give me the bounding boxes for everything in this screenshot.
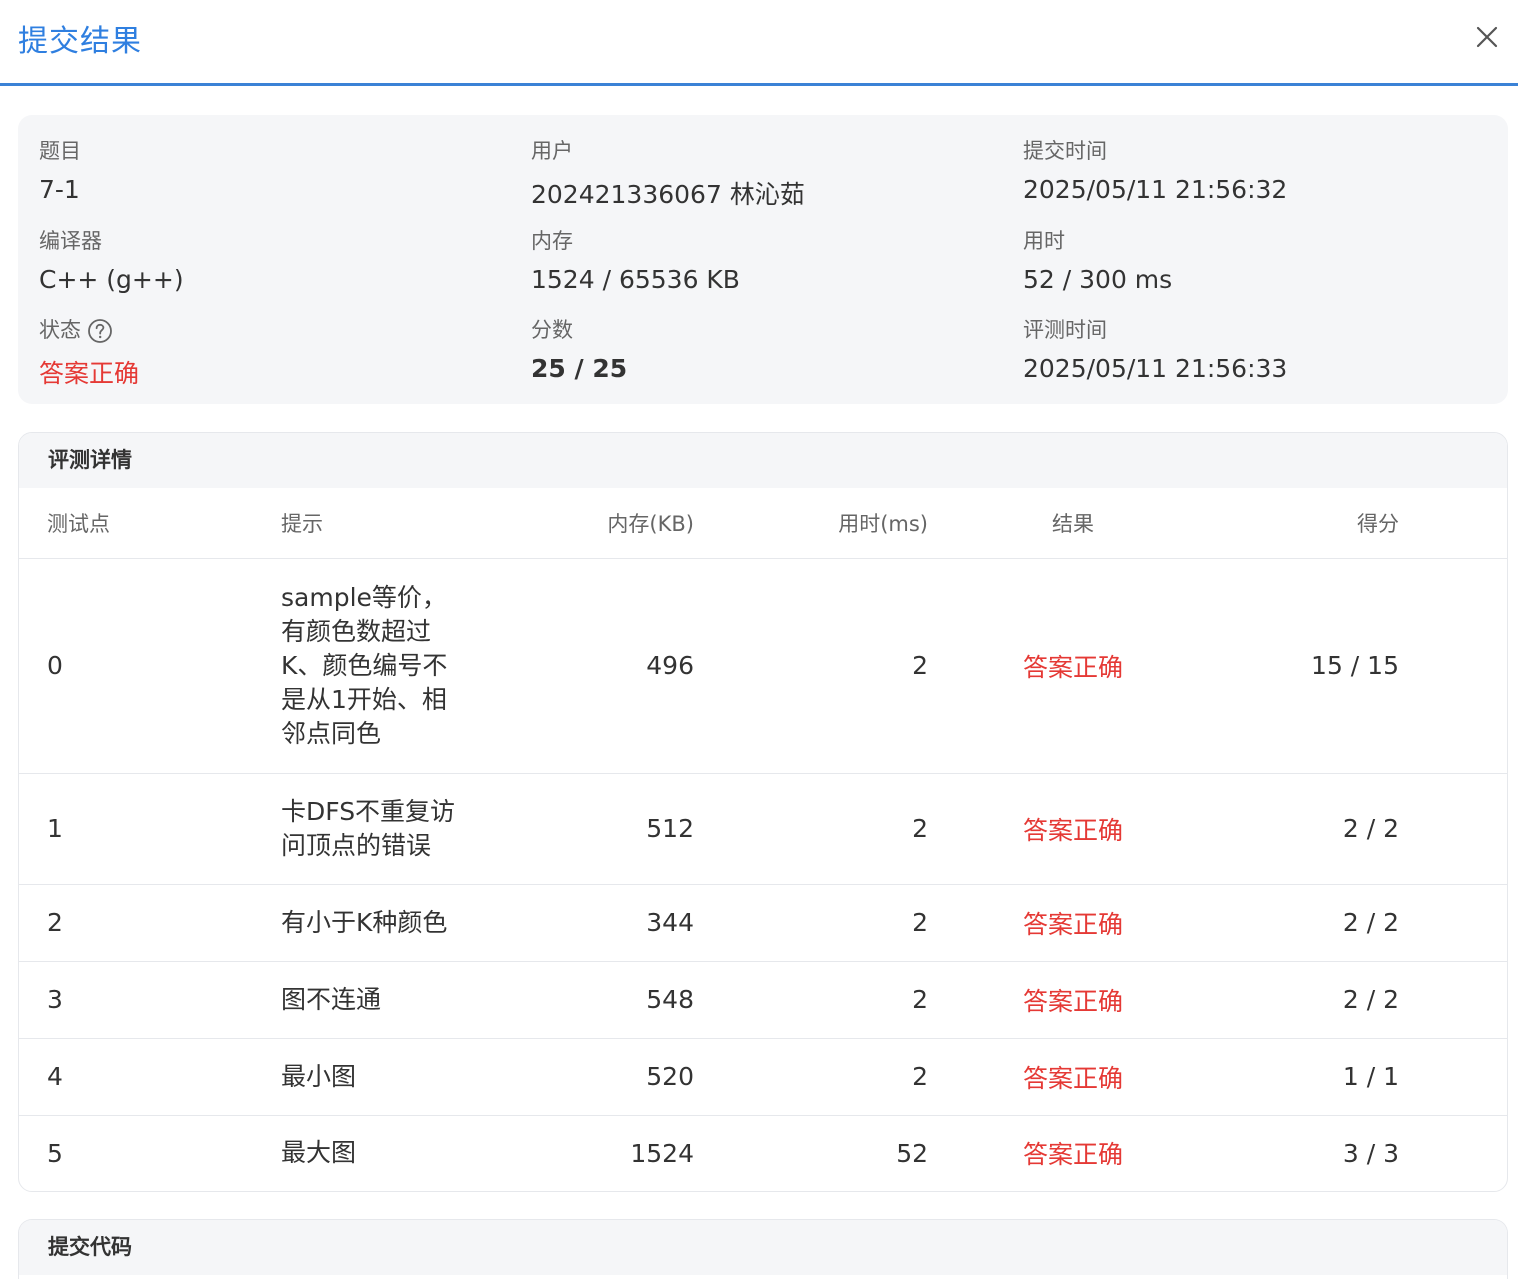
info-label: 分数: [531, 318, 573, 342]
section-title: 评测详情: [19, 433, 1507, 488]
info-compiler: 编译器 C++ (g++): [39, 225, 184, 294]
column-header: 测试点: [19, 488, 281, 559]
result-cell: 答案正确: [928, 961, 1218, 1039]
memory-cell: 512: [531, 773, 694, 885]
judge-details-section: 评测详情 测试点 提示 内存(KB) 用时(ms) 结果 得分 0 sample…: [18, 432, 1508, 1192]
info-label: 编译器: [39, 229, 102, 253]
info-label: 题目: [39, 139, 81, 163]
table-row: 4 最小图 520 2 答案正确 1 / 1: [19, 1038, 1507, 1116]
column-header: 得分: [1218, 488, 1507, 559]
column-header: 结果: [928, 488, 1218, 559]
hint-cell: 有小于K种颜色: [281, 907, 448, 937]
info-value: 7-1: [39, 175, 80, 204]
score-cell: 2 / 2: [1218, 773, 1507, 885]
result-cell: 答案正确: [1022, 1140, 1123, 1170]
column-header: 提示: [281, 488, 531, 559]
judge-details-table: 测试点 提示 内存(KB) 用时(ms) 结果 得分 0 sample等价，有颜…: [19, 488, 1507, 1191]
info-label: 评测时间: [1023, 318, 1107, 342]
info-submit-time: 提交时间 2025/05/11 21:56:32: [1023, 135, 1287, 204]
table-row: 3 图不连通 548 2 答案正确 2 / 2: [19, 961, 1507, 1039]
result-cell: 答案正确: [928, 884, 1218, 962]
dialog-title: 提交结果: [18, 24, 142, 59]
table-row: 5 最大图 1524 52 答案正确 3 / 3: [19, 1115, 1507, 1191]
score-cell: 2 / 2: [1218, 884, 1507, 962]
case-cell: 0: [19, 558, 281, 774]
submitted-code-section: 提交代码: [18, 1219, 1508, 1279]
time-cell: 52: [896, 1138, 928, 1168]
hint-cell: 最大图: [281, 1138, 357, 1168]
hint-cell: 最小图: [281, 1061, 357, 1091]
info-time-used: 用时 52 / 300 ms: [1023, 225, 1172, 294]
memory-cell: 548: [531, 961, 694, 1039]
case-cell: 3: [19, 961, 281, 1039]
info-problem: 题目 7-1: [39, 135, 81, 204]
result-cell: 答案正确: [928, 558, 1218, 774]
info-label: 内存: [531, 229, 573, 253]
score-cell: 3 / 3: [1342, 1138, 1399, 1168]
score-cell: 15 / 15: [1218, 558, 1507, 774]
case-cell: 4: [19, 1038, 281, 1116]
column-header: 用时(ms): [694, 488, 928, 559]
info-label: 提交时间: [1023, 139, 1107, 163]
score-cell: 1 / 1: [1218, 1038, 1507, 1116]
time-cell: 2: [694, 773, 928, 885]
column-header: 内存(KB): [531, 488, 694, 559]
hint-cell: 图不连通: [281, 984, 382, 1014]
result-cell: 答案正确: [928, 773, 1218, 885]
info-label: 状态: [39, 318, 81, 342]
table-header-row: 测试点 提示 内存(KB) 用时(ms) 结果 得分: [19, 488, 1507, 559]
time-cell: 2: [694, 558, 928, 774]
info-value: 202421336067 林沁茹: [531, 180, 805, 209]
memory-cell: 496: [531, 558, 694, 774]
help-icon[interactable]: [87, 318, 113, 344]
memory-cell: 344: [531, 884, 694, 962]
info-score: 分数 25 / 25: [531, 314, 627, 383]
info-label: 用时: [1023, 229, 1065, 253]
info-judge-time: 评测时间 2025/05/11 21:56:33: [1023, 314, 1287, 383]
info-label: 用户: [531, 139, 573, 163]
time-cell: 2: [694, 1038, 928, 1116]
table-row: 2 有小于K种颜色 344 2 答案正确 2 / 2: [19, 884, 1507, 962]
table-row: 1 卡DFS不重复访问顶点的错误 512 2 答案正确 2 / 2: [19, 773, 1507, 885]
info-value: 1524 / 65536 KB: [531, 265, 740, 294]
submission-info-panel: 题目 7-1 用户 202421336067 林沁茹 提交时间 2025/05/…: [18, 115, 1508, 404]
info-user: 用户 202421336067 林沁茹: [531, 135, 805, 211]
hint-cell: sample等价，有颜色数超过K、颜色编号不是从1开始、相邻点同色: [281, 582, 448, 748]
table-row: 0 sample等价，有颜色数超过K、颜色编号不是从1开始、相邻点同色 496 …: [19, 558, 1507, 774]
case-cell: 1: [19, 773, 281, 885]
close-icon[interactable]: [1470, 20, 1504, 54]
time-cell: 2: [694, 884, 928, 962]
info-value: C++ (g++): [39, 265, 184, 294]
section-title: 提交代码: [19, 1220, 1507, 1275]
memory-cell: 520: [531, 1038, 694, 1116]
status-value: 答案正确: [39, 359, 140, 388]
case-cell: 2: [19, 884, 281, 962]
dialog-header: 提交结果: [0, 0, 1518, 86]
memory-cell: 1524: [630, 1138, 694, 1168]
info-value: 2025/05/11 21:56:33: [1023, 354, 1288, 383]
info-status: 状态 答案正确: [39, 314, 139, 390]
result-cell: 答案正确: [928, 1038, 1218, 1116]
info-memory: 内存 1524 / 65536 KB: [531, 225, 740, 294]
info-value: 25 / 25: [531, 354, 628, 383]
hint-cell: 卡DFS不重复访问顶点的错误: [281, 796, 456, 860]
info-value: 2025/05/11 21:56:32: [1023, 175, 1288, 204]
score-cell: 2 / 2: [1218, 961, 1507, 1039]
case-cell: 5: [47, 1138, 63, 1168]
info-value: 52 / 300 ms: [1023, 265, 1173, 294]
time-cell: 2: [694, 961, 928, 1039]
